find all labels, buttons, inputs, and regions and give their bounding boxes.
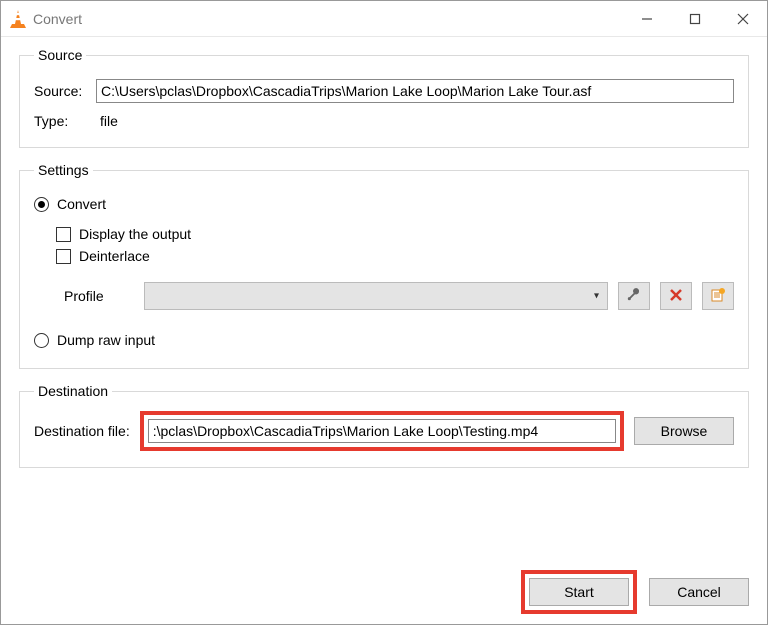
settings-legend: Settings <box>34 162 93 178</box>
dump-radio-row[interactable]: Dump raw input <box>34 332 734 348</box>
convert-radio-label: Convert <box>57 196 106 212</box>
cancel-button[interactable]: Cancel <box>649 578 749 606</box>
radio-icon <box>34 333 49 348</box>
dump-radio-label: Dump raw input <box>57 332 155 348</box>
profile-select[interactable]: ▾ <box>144 282 608 310</box>
wrench-icon <box>626 287 642 306</box>
convert-radio-row[interactable]: Convert <box>34 196 734 212</box>
source-legend: Source <box>34 47 86 63</box>
type-value: file <box>96 113 118 129</box>
start-button[interactable]: Start <box>529 578 629 606</box>
browse-button[interactable]: Browse <box>634 417 734 445</box>
deinterlace-label: Deinterlace <box>79 248 150 264</box>
type-label: Type: <box>34 113 96 129</box>
edit-profile-button[interactable] <box>618 282 650 310</box>
radio-icon <box>34 197 49 212</box>
display-output-checkbox[interactable]: Display the output <box>56 226 734 242</box>
checkbox-icon <box>56 227 71 242</box>
destination-legend: Destination <box>34 383 112 399</box>
chevron-down-icon: ▾ <box>594 291 599 302</box>
start-highlight: Start <box>521 570 637 614</box>
deinterlace-checkbox[interactable]: Deinterlace <box>56 248 734 264</box>
display-output-label: Display the output <box>79 226 191 242</box>
source-label: Source: <box>34 83 96 99</box>
destination-label: Destination file: <box>34 423 130 439</box>
destination-group: Destination Destination file: Browse <box>19 383 749 468</box>
vlc-cone-icon <box>9 9 27 29</box>
new-profile-button[interactable] <box>702 282 734 310</box>
x-icon <box>669 288 683 305</box>
checkbox-icon <box>56 249 71 264</box>
maximize-button[interactable] <box>671 1 719 37</box>
new-profile-icon <box>710 287 726 306</box>
source-input[interactable] <box>96 79 734 103</box>
source-group: Source Source: Type: file <box>19 47 749 148</box>
destination-highlight <box>140 411 624 451</box>
settings-group: Settings Convert Display the output Dein… <box>19 162 749 369</box>
profile-label: Profile <box>64 288 134 304</box>
close-button[interactable] <box>719 1 767 37</box>
destination-input[interactable] <box>148 419 616 443</box>
delete-profile-button[interactable] <box>660 282 692 310</box>
minimize-button[interactable] <box>623 1 671 37</box>
titlebar: Convert <box>1 1 767 37</box>
window-title: Convert <box>33 11 82 27</box>
